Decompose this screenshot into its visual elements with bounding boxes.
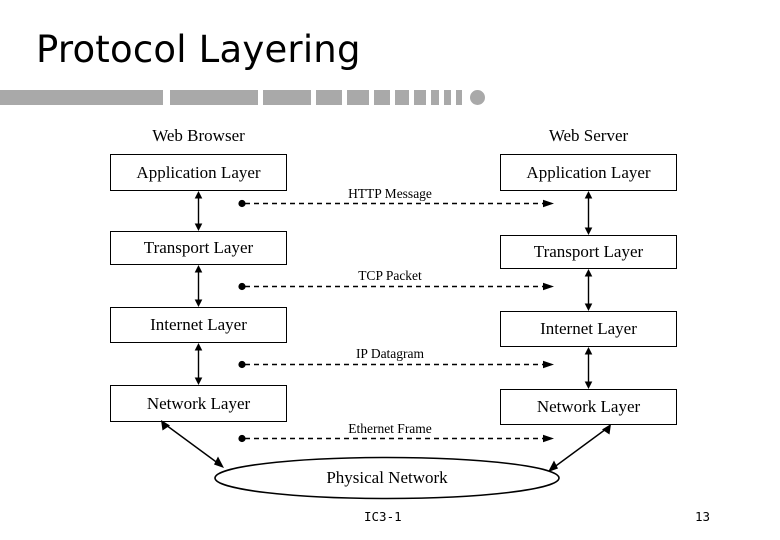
right-layer-network: Network Layer	[500, 389, 677, 425]
protocol-link-ip	[238, 359, 554, 370]
left-layer-internet: Internet Layer	[110, 307, 287, 343]
right-connector-application-transport	[582, 191, 595, 235]
rule-segment	[456, 90, 462, 105]
rule-segment	[395, 90, 409, 105]
right-layer-transport: Transport Layer	[500, 235, 677, 269]
protocol-link-tcp	[238, 281, 554, 292]
rule-segment	[0, 90, 163, 105]
left-connector-application-transport	[192, 191, 205, 231]
column-heading-right: Web Server	[548, 126, 629, 145]
rule-segment	[431, 90, 439, 105]
page-title: Protocol Layering	[36, 28, 361, 71]
slide-canvas: Protocol Layering Web Browser Applicatio…	[0, 0, 780, 540]
left-layer-network: Network Layer	[110, 385, 287, 422]
right-connector-internet-network	[582, 347, 595, 389]
rule-segment	[170, 90, 258, 105]
right-layer-internet: Internet Layer	[500, 311, 677, 347]
rule-segment	[414, 90, 426, 105]
left-connector-internet-network	[192, 343, 205, 385]
footer-page-number: 13	[695, 509, 711, 524]
rule-segment	[347, 90, 369, 105]
rule-segment	[374, 90, 390, 105]
rule-segment	[444, 90, 451, 105]
rule-segment	[263, 90, 311, 105]
footer-course-code: IC3-1	[364, 509, 402, 524]
protocol-link-ethernet	[238, 433, 554, 444]
left-connector-transport-internet	[192, 265, 205, 307]
title-decoration-rule	[0, 90, 500, 105]
protocol-link-http	[238, 198, 554, 209]
left-layer-transport: Transport Layer	[110, 231, 287, 265]
column-heading-left: Web Browser	[152, 126, 245, 145]
right-layer-application: Application Layer	[500, 154, 677, 191]
physical-network-label: Physical Network	[326, 468, 448, 487]
rule-end-dot	[470, 90, 485, 105]
physical-network-node: Physical Network	[213, 456, 561, 500]
rule-segment	[316, 90, 342, 105]
right-connector-transport-internet	[582, 269, 595, 311]
